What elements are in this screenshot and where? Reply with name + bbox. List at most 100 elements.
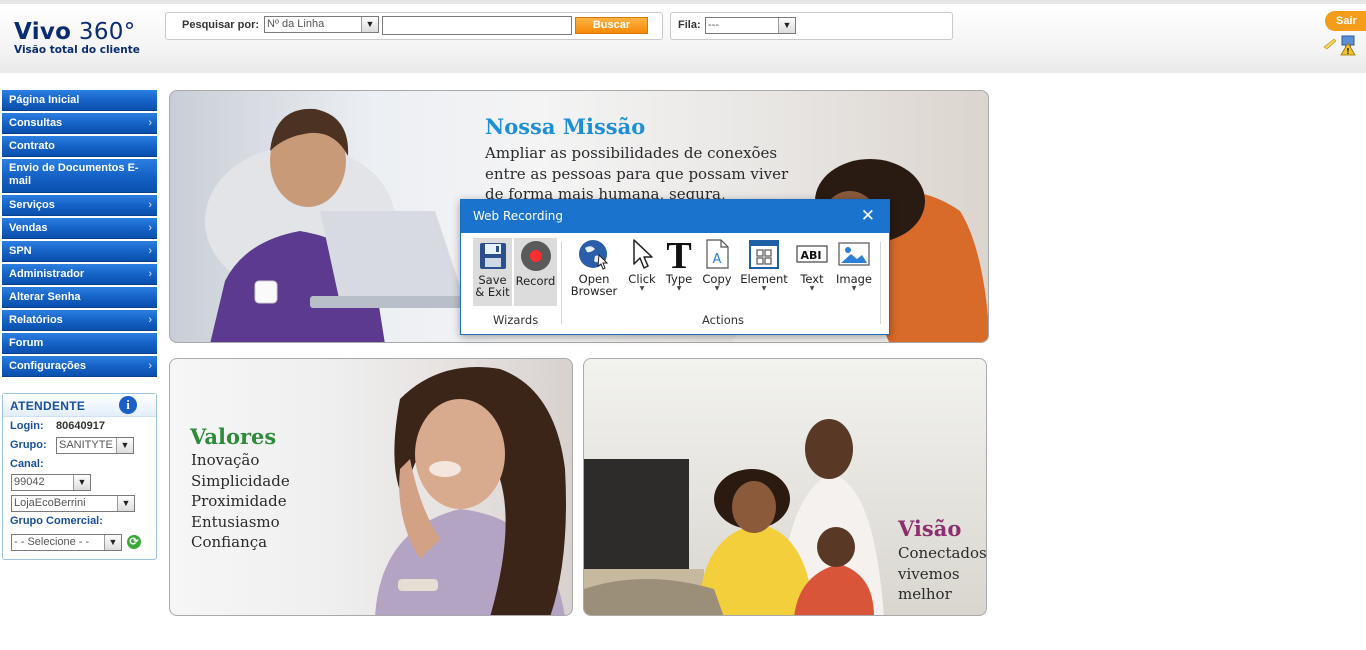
canal-select[interactable]: 99042 ▼: [11, 474, 91, 491]
divider: [561, 242, 562, 324]
save-exit-label-2: & Exit: [475, 285, 510, 299]
click-label: Click: [628, 271, 656, 286]
text-button[interactable]: ABI Text ▼: [793, 238, 831, 293]
missao-heading: Nossa Missão: [485, 114, 646, 139]
menu-item-alterar-senha[interactable]: Alterar Senha: [2, 287, 157, 308]
dialog-titlebar[interactable]: Web Recording ✕: [461, 200, 889, 233]
record-icon: [520, 241, 551, 271]
click-button[interactable]: Click ▼: [624, 238, 660, 293]
missao-text: Ampliar as possibilidades de conexões en…: [485, 143, 788, 205]
image-label: Image: [835, 271, 873, 286]
loja-select[interactable]: LojaEcoBerrini ▼: [11, 495, 135, 512]
visao-text: Conectados vivemos melhor: [898, 543, 987, 605]
chevron-down-icon[interactable]: ▼: [699, 285, 735, 293]
chevron-right-icon: ›: [148, 245, 152, 257]
missao-line-2: entre as pessoas para que possam viver: [485, 164, 789, 183]
chevron-down-icon[interactable]: ▼: [793, 285, 831, 293]
menu-item-servicos[interactable]: Serviços ›: [2, 195, 157, 216]
chevron-down-icon[interactable]: ▼: [624, 285, 660, 293]
visao-line: Conectados: [898, 544, 987, 562]
chevron-down-icon: ▼: [116, 438, 133, 453]
element-button[interactable]: Element ▼: [739, 238, 789, 293]
search-type-value: Nº da Linha: [267, 18, 325, 30]
search-label: Pesquisar por:: [182, 19, 260, 31]
chevron-right-icon: ›: [148, 117, 152, 129]
grupo-comercial-select[interactable]: - - Selecione - - ▼: [11, 534, 122, 551]
text-box-icon: ABI: [796, 245, 828, 263]
visao-line: melhor: [898, 585, 952, 603]
atendente-header: ATENDENTE i: [3, 394, 156, 417]
chevron-down-icon: ▼: [73, 475, 90, 490]
atendente-panel: ATENDENTE i Login: 80640917 Grupo: SANIT…: [2, 393, 157, 560]
chevron-down-icon[interactable]: ▼: [739, 285, 789, 293]
search-button[interactable]: Buscar: [575, 17, 648, 34]
main-menu: Página Inicial Consultas › Contrato Envio…: [2, 90, 157, 379]
chevron-down-icon: ▼: [778, 18, 795, 33]
menu-item-administrador[interactable]: Administrador ›: [2, 264, 157, 285]
svg-text:T: T: [666, 238, 691, 270]
copy-label: Copy: [702, 271, 732, 286]
chevron-down-icon: ▼: [117, 496, 134, 511]
menu-item-forum[interactable]: Forum: [2, 333, 157, 354]
actions-group-label: Actions: [702, 313, 745, 327]
image-icon: [838, 242, 870, 266]
type-button[interactable]: T Type ▼: [662, 235, 696, 293]
valores-item: Confiança: [191, 533, 268, 551]
grupo-value: SANITYTE: [59, 439, 113, 451]
record-button[interactable]: Record: [514, 238, 557, 306]
visao-banner: Visão Conectados vivemos melhor: [583, 358, 987, 616]
menu-item-consultas[interactable]: Consultas ›: [2, 113, 157, 134]
menu-item-envio-documentos[interactable]: Envio de Documentos E-mail: [2, 159, 157, 193]
menu-item-vendas[interactable]: Vendas ›: [2, 218, 157, 239]
menu-item-pagina-inicial[interactable]: Página Inicial: [2, 90, 157, 111]
logo-title: Vivo 360°: [14, 19, 136, 45]
fila-panel: Fila: --- ▼: [670, 12, 953, 40]
valores-item: Entusiasmo: [191, 512, 280, 531]
menu-item-configuracoes[interactable]: Configurações ›: [2, 356, 157, 377]
atendente-title: ATENDENTE: [10, 399, 86, 413]
copy-button[interactable]: A Copy ▼: [699, 238, 735, 293]
grupo-comercial-label: Grupo Comercial:: [10, 515, 103, 527]
chevron-down-icon[interactable]: ▼: [835, 285, 873, 293]
type-label: Type: [665, 271, 693, 286]
image-button[interactable]: Image ▼: [835, 238, 873, 293]
valores-list: Inovação Simplicidade Proximidade Entusi…: [191, 450, 290, 553]
logo-subtitle: Visão total do cliente: [14, 44, 140, 56]
logout-button[interactable]: Sair: [1325, 11, 1366, 31]
fila-label: Fila:: [678, 19, 701, 31]
info-icon[interactable]: i: [119, 396, 137, 414]
chevron-right-icon: ›: [148, 314, 152, 326]
login-value: 80640917: [56, 420, 105, 432]
close-icon[interactable]: ✕: [861, 206, 875, 226]
grupo-label: Grupo:: [10, 439, 47, 451]
fila-value: ---: [708, 19, 719, 31]
search-type-select[interactable]: Nº da Linha ▼: [264, 16, 379, 33]
save-exit-button[interactable]: Save & Exit: [473, 238, 512, 306]
dialog-title: Web Recording: [473, 209, 563, 223]
visao-heading: Visão: [898, 516, 962, 541]
valores-item: Inovação: [191, 451, 260, 469]
element-label: Element: [740, 271, 788, 286]
menu-item-contrato[interactable]: Contrato: [2, 136, 157, 157]
grupo-select[interactable]: SANITYTE ▼: [56, 437, 134, 454]
vivo-360-logo[interactable]: Vivo 360° Visão total do cliente: [14, 20, 140, 56]
fila-select[interactable]: --- ▼: [705, 17, 796, 34]
loja-value: LojaEcoBerrini: [14, 497, 86, 509]
type-text-icon: T: [666, 235, 691, 277]
chevron-right-icon: ›: [148, 222, 152, 234]
chevron-down-icon[interactable]: ▼: [662, 285, 696, 293]
menu-item-relatorios[interactable]: Relatórios ›: [2, 310, 157, 331]
refresh-icon[interactable]: ⟳: [127, 535, 141, 549]
divider: [880, 242, 881, 324]
chevron-down-icon: ▼: [104, 535, 121, 550]
warning-monitor-icon[interactable]: !: [1322, 33, 1362, 57]
chevron-right-icon: ›: [148, 268, 152, 280]
menu-item-spn[interactable]: SPN ›: [2, 241, 157, 262]
canal-label: Canal:: [10, 458, 44, 470]
search-input[interactable]: [382, 16, 572, 35]
open-browser-button[interactable]: Open Browser: [567, 238, 621, 298]
grupo-comercial-value: - - Selecione - -: [14, 536, 90, 548]
top-header: Vivo 360° Visão total do cliente Pesquis…: [0, 0, 1366, 73]
missao-line-1: Ampliar as possibilidades de conexões: [485, 144, 778, 162]
canal-value: 99042: [14, 476, 45, 488]
